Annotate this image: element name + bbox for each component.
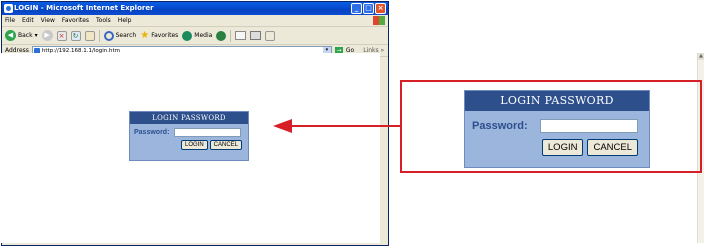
arrow-head bbox=[273, 119, 292, 133]
callout-arrow bbox=[273, 119, 400, 133]
